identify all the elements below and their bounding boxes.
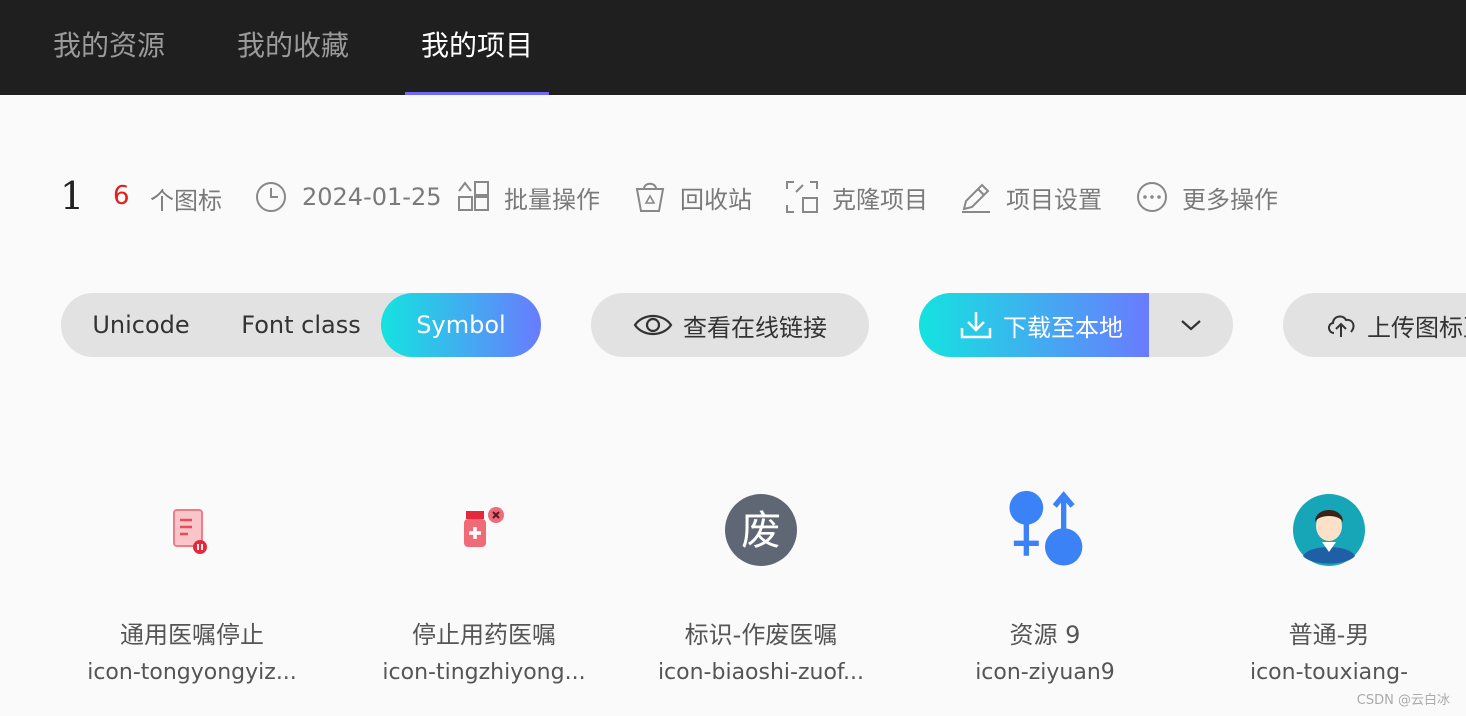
download-icon — [960, 312, 992, 339]
download-label: 下载至本地 — [1003, 313, 1123, 342]
download-button-group: 下载至本地 — [919, 293, 1233, 357]
void-badge-glyph: 废 — [741, 508, 781, 554]
icon-name: 标识-作废医嘱 — [684, 621, 838, 649]
icon-code: icon-tingzhiyong... — [382, 660, 586, 685]
project-date-text: 2024-01-25 — [302, 183, 442, 211]
more-icon — [1137, 182, 1167, 212]
download-dropdown-toggle[interactable] — [1149, 293, 1233, 357]
icon-card[interactable]: 普通-男 icon-touxiang- — [1199, 480, 1459, 710]
more-actions-label: 更多操作 — [1182, 185, 1278, 214]
icon-code: icon-ziyuan9 — [975, 660, 1115, 685]
icon-card[interactable]: 停止用药医嘱 icon-tingzhiyong... — [354, 480, 614, 710]
watermark: CSDN @云白冰 — [1356, 693, 1450, 708]
format-switcher: Unicode Font class Symbol — [61, 293, 541, 357]
icon-count: 6 — [113, 181, 130, 211]
project-settings-button[interactable]: 项目设置 — [958, 175, 1102, 219]
icon-name: 停止用药医嘱 — [412, 621, 556, 649]
recycle-bin-icon — [635, 182, 665, 212]
icon-name: 资源 9 — [1009, 621, 1081, 649]
medical-order-stop-icon — [173, 509, 207, 554]
icon-count-label: 个图标 — [150, 187, 222, 215]
clone-project-button[interactable]: 克隆项目 — [784, 175, 928, 219]
eye-icon — [633, 314, 673, 336]
icon-name: 通用医嘱停止 — [120, 621, 264, 649]
chevron-down-icon — [1181, 320, 1201, 331]
top-nav-bar: 我的资源 我的收藏 我的项目 — [0, 0, 1466, 95]
batch-icon — [458, 181, 489, 211]
clone-project-label: 克隆项目 — [832, 185, 928, 214]
medicine-bottle-stop-icon — [464, 507, 504, 547]
icon-card[interactable]: 资源 9 icon-ziyuan9 — [915, 480, 1175, 710]
batch-operation-button[interactable]: 批量操作 — [456, 175, 600, 219]
male-avatar-icon — [1293, 494, 1365, 566]
upload-icon-label: 上传图标至 — [1367, 313, 1466, 342]
project-settings-label: 项目设置 — [1006, 185, 1102, 214]
project-date: 2024-01-25 — [254, 175, 441, 219]
tab-symbol[interactable]: Symbol — [381, 293, 541, 357]
cloud-upload-icon — [1328, 315, 1355, 337]
tab-my-favorites[interactable]: 我的收藏 — [237, 26, 349, 66]
view-online-link-label: 查看在线链接 — [683, 313, 827, 342]
more-actions-button[interactable]: 更多操作 — [1134, 175, 1278, 219]
recycle-bin-button[interactable]: 回收站 — [632, 175, 752, 219]
icon-card[interactable]: 通用医嘱停止 icon-tongyongyiz... — [62, 480, 322, 710]
view-online-link-button[interactable]: 查看在线链接 — [591, 293, 869, 357]
icon-card[interactable]: 废 标识-作废医嘱 icon-biaoshi-zuof... — [631, 480, 891, 710]
download-button[interactable]: 下载至本地 — [919, 293, 1149, 357]
tab-font-class[interactable]: Font class — [221, 293, 381, 357]
void-badge-icon: 废 — [725, 494, 797, 566]
tab-my-resources[interactable]: 我的资源 — [53, 26, 165, 66]
active-tab-indicator — [405, 92, 549, 95]
upload-icon-button[interactable]: 上传图标至 — [1283, 293, 1466, 357]
gender-symbols-icon — [1009, 490, 1083, 566]
tab-unicode[interactable]: Unicode — [61, 293, 221, 357]
project-name: 1 — [60, 174, 85, 218]
clock-icon — [256, 182, 286, 212]
icon-name: 普通-男 — [1288, 621, 1370, 649]
edit-icon — [962, 183, 990, 213]
icon-code: icon-biaoshi-zuof... — [657, 660, 865, 685]
icon-code: icon-touxiang- — [1249, 660, 1409, 685]
batch-operation-label: 批量操作 — [504, 185, 600, 214]
clone-icon — [786, 181, 818, 213]
icon-code: icon-tongyongyiz... — [87, 660, 297, 685]
recycle-bin-label: 回收站 — [680, 185, 752, 214]
tab-my-projects[interactable]: 我的项目 — [421, 26, 533, 66]
